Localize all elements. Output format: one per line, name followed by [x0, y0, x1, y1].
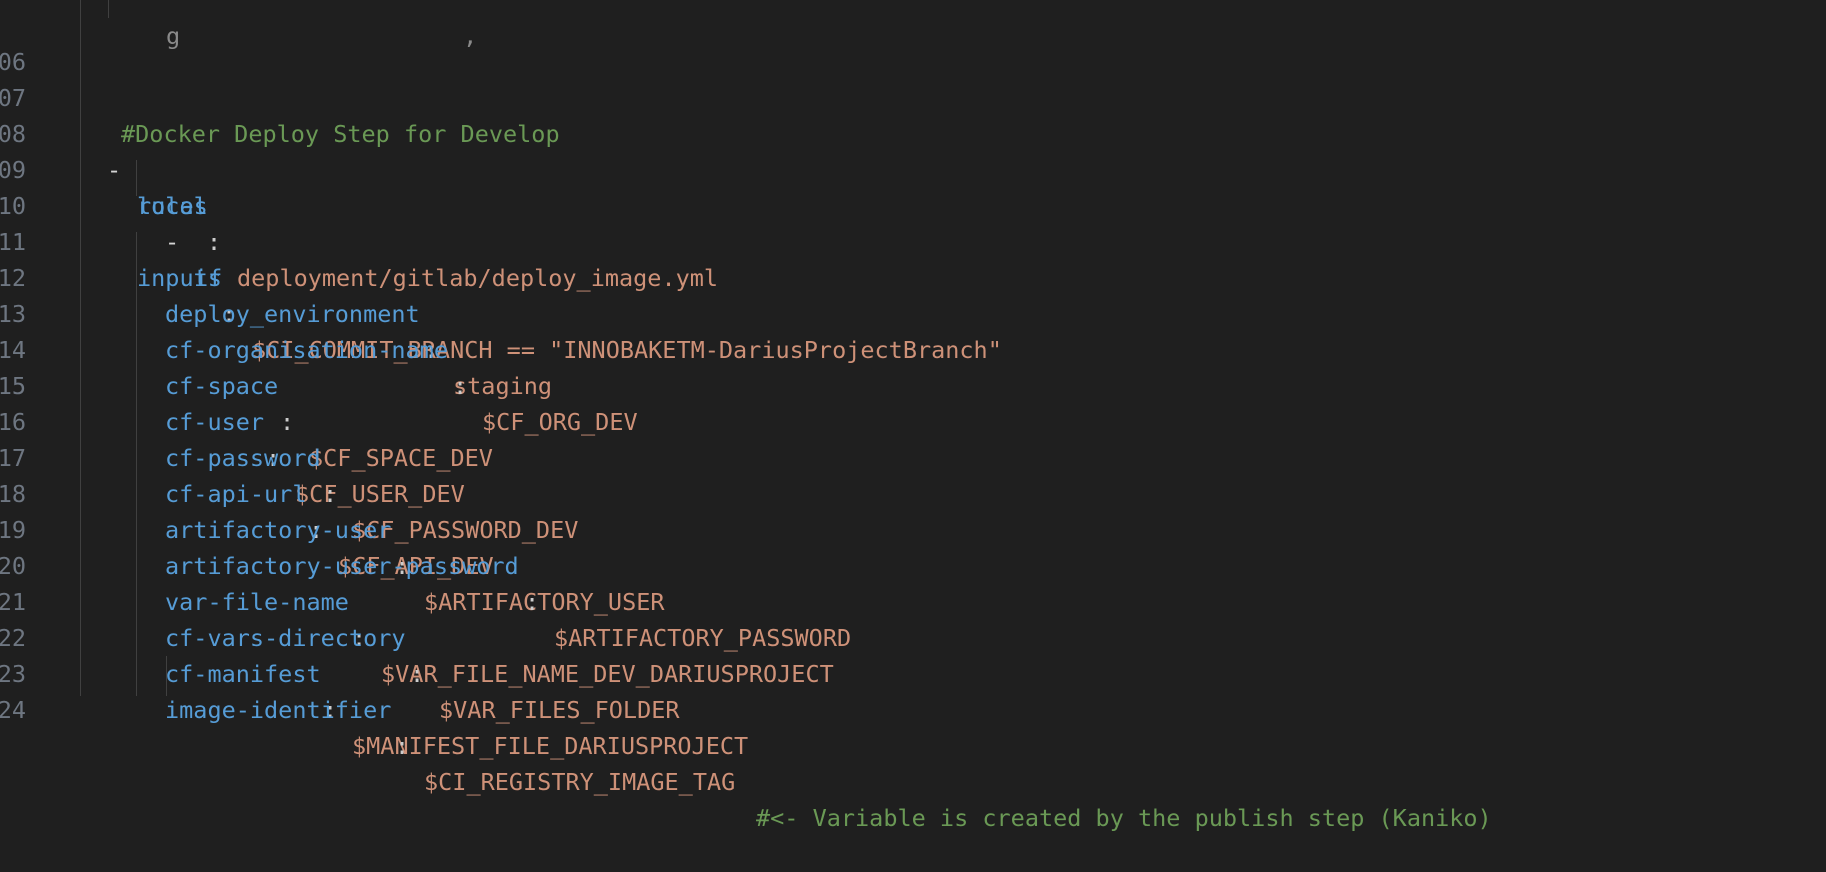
- yaml-key: image-identifier: [165, 696, 392, 724]
- yaml-value: $VAR_FILES_FOLDER: [439, 696, 680, 724]
- code-line[interactable]: 16 cf-password : $CF_PASSWORD_DEV: [0, 368, 1826, 544]
- code-line[interactable]: 07 #Docker Deploy Step for Develop: [0, 44, 1826, 148]
- yaml-value: $MANIFEST_FILE_DARIUSPROJECT: [352, 732, 749, 760]
- yaml-value: $CI_REGISTRY_IMAGE_TAG: [424, 768, 736, 796]
- code-line[interactable]: 08 - local : deployment/gitlab/deploy_im…: [0, 80, 1826, 292]
- code-line[interactable]: 23 image-identifier : $CI_REGISTRY_IMAGE…: [0, 620, 1826, 832]
- code-line[interactable]: 18 artifactory-user : $ARTIFACTORY_USER: [0, 440, 1826, 616]
- code-line[interactable]: 17 cf-api-url : $CF_API_DEV: [0, 404, 1826, 580]
- code-line[interactable]: 15 cf-user : $CF_USER_DEV: [0, 332, 1826, 508]
- code-line[interactable]: 21 cf-vars-directory : $VAR_FILES_FOLDER: [0, 548, 1826, 724]
- code-editor[interactable]: g , 06 07 #Docker Deploy Step for Develo…: [0, 0, 1826, 832]
- code-line[interactable]: 09 rules :: [0, 116, 1826, 256]
- code-line[interactable]: 10 - if : $CI_COMMIT_BRANCH == "INNOBAKE…: [0, 152, 1826, 364]
- code-line[interactable]: 24: [0, 656, 1826, 724]
- code-line[interactable]: 20 var-file-name : $VAR_FILE_NAME_DEV_DA…: [0, 512, 1826, 688]
- code-line[interactable]: 19 artifactory-user-password : $ARTIFACT…: [0, 476, 1826, 652]
- comment-text: #<- Variable is created by the publish s…: [756, 804, 1492, 832]
- code-line[interactable]: 22 cf-manifest : $MANIFEST_FILE_DARIUSPR…: [0, 584, 1826, 760]
- code-line[interactable]: 12 deploy_environment : staging: [0, 224, 1826, 400]
- code-line[interactable]: 06: [0, 8, 1826, 76]
- code-line[interactable]: 11 inputs :: [0, 188, 1826, 328]
- code-line[interactable]: 14 cf-space : $CF_SPACE_DEV: [0, 296, 1826, 472]
- line-number: 24: [0, 696, 26, 724]
- colon: :: [395, 732, 410, 760]
- code-line[interactable]: 13 cf-organisation-name : $CF_ORG_DEV: [0, 260, 1826, 436]
